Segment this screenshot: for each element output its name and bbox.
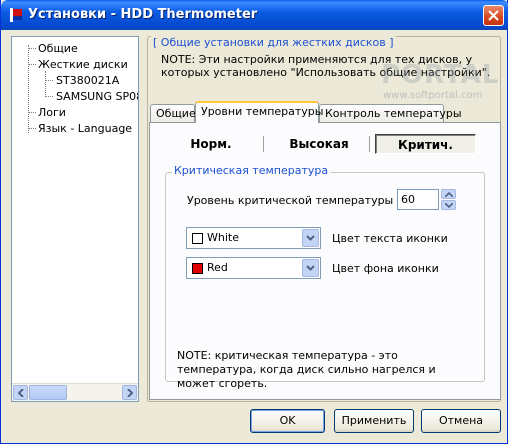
title-bar[interactable]: Установки - HDD Thermometer: [1, 0, 508, 30]
level-separator: [369, 136, 370, 152]
chevron-down-icon: [306, 265, 315, 271]
scroll-thumb[interactable]: [29, 385, 67, 400]
text-color-swatch: [192, 233, 203, 244]
cancel-button[interactable]: Отмена: [421, 409, 501, 433]
settings-window: Установки - HDD Thermometer Общие Жестки…: [0, 0, 508, 444]
arrow-up-icon: [445, 192, 453, 197]
arrow-left-icon: [18, 389, 24, 397]
tree-item-hard-disks[interactable]: Жесткие диски: [36, 57, 130, 72]
close-icon: [488, 10, 499, 21]
close-button[interactable]: [483, 5, 504, 26]
watermark-url: www.softportal.com: [383, 90, 483, 101]
level-high-button[interactable]: Высокая: [271, 134, 367, 154]
settings-tree[interactable]: Общие Жесткие диски ST380021A SAMSUNG SP…: [11, 36, 139, 402]
tree-item-disk-samsung[interactable]: SAMSUNG SP08: [54, 89, 138, 104]
tab-temperature-control[interactable]: Контроль температуры: [319, 104, 462, 122]
background-color-dropdown-button[interactable]: [302, 259, 319, 277]
apply-button[interactable]: Применить: [334, 409, 414, 433]
chevron-down-icon: [306, 235, 315, 241]
critical-note: NOTE: критическая температура - это темп…: [177, 349, 436, 390]
text-color-select[interactable]: White: [186, 227, 321, 249]
arrow-right-icon: [127, 389, 133, 397]
group-title: [ Общие установки для жестких дисков ]: [151, 36, 396, 49]
watermark-logo: PORTAL: [381, 60, 500, 90]
tree-item-disk-st380021a[interactable]: ST380021A: [54, 73, 121, 88]
background-color-value: Red: [207, 261, 228, 274]
arrow-down-icon: [445, 203, 453, 208]
tree-item-logs[interactable]: Логи: [36, 105, 68, 120]
tree-item-language[interactable]: Язык - Language: [36, 121, 134, 136]
ok-button[interactable]: OK: [250, 409, 325, 433]
text-color-dropdown-button[interactable]: [302, 229, 319, 247]
level-critical-button[interactable]: Критич.: [375, 134, 476, 154]
background-color-select[interactable]: Red: [186, 257, 321, 279]
text-color-label: Цвет текста иконки: [332, 232, 448, 245]
tab-general[interactable]: Общие: [150, 104, 196, 122]
tree-item-general[interactable]: Общие: [36, 41, 80, 56]
background-color-label: Цвет фона иконки: [332, 262, 439, 275]
horizontal-scrollbar[interactable]: [12, 383, 138, 401]
level-normal-button[interactable]: Норм.: [166, 134, 256, 154]
critical-level-label: Уровень критической температуры (°C): [187, 194, 419, 207]
spin-up-button[interactable]: [441, 189, 456, 199]
tab-temperature-levels[interactable]: Уровни температуры: [195, 101, 323, 123]
critical-group-title: Критическая температура: [172, 164, 331, 177]
app-icon: [8, 7, 24, 23]
text-color-value: White: [207, 231, 239, 244]
background-color-swatch: [192, 263, 203, 274]
level-separator: [263, 136, 264, 152]
critical-level-stepper[interactable]: [441, 189, 456, 210]
spin-down-button[interactable]: [441, 200, 456, 210]
window-title: Установки - HDD Thermometer: [28, 7, 258, 22]
scroll-left-button[interactable]: [13, 385, 28, 400]
scroll-right-button[interactable]: [122, 385, 137, 400]
critical-level-input[interactable]: 60: [397, 189, 439, 210]
